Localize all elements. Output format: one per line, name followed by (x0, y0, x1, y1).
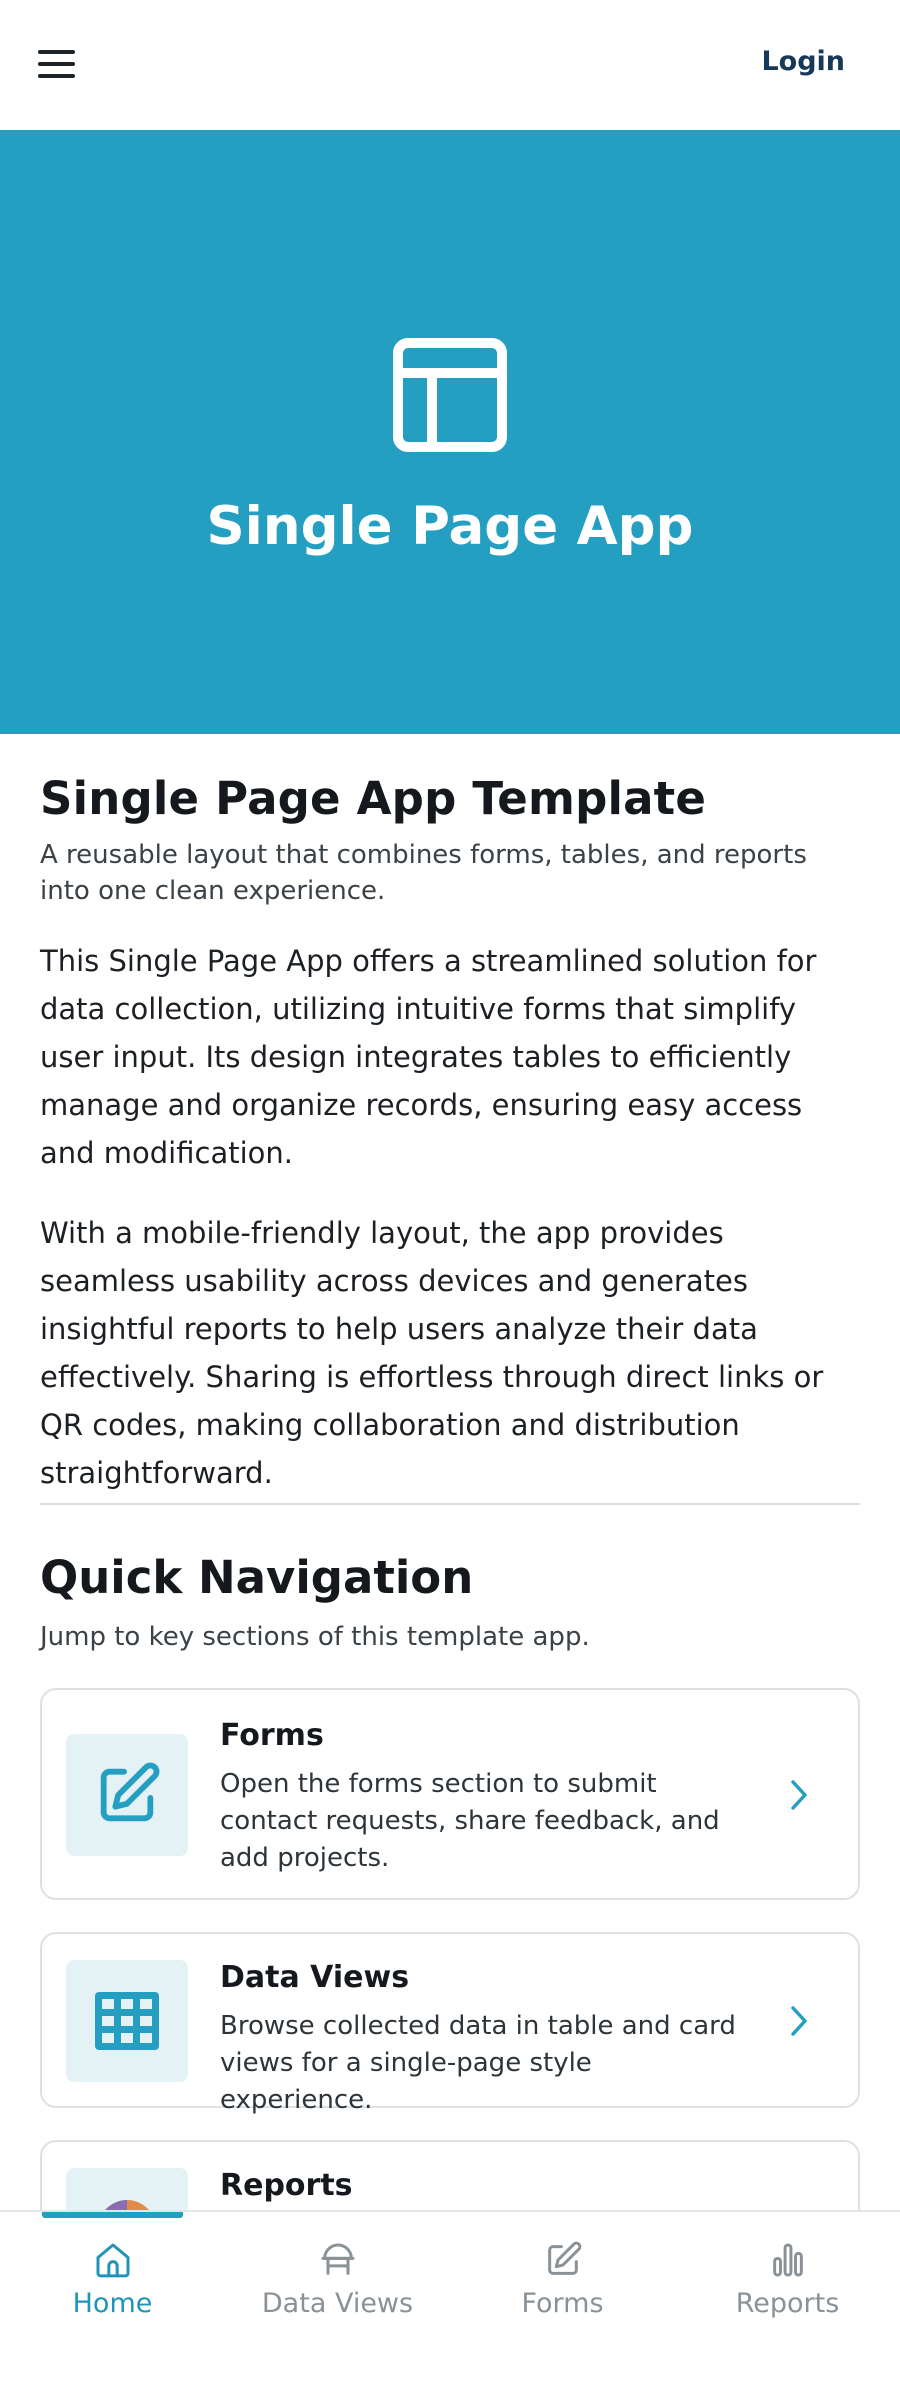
chevron-right-icon (791, 1780, 807, 1810)
chevron-right-icon (791, 2006, 807, 2036)
hero-banner: Single Page App (0, 130, 900, 734)
tab-label: Reports (735, 2288, 840, 2319)
card-description: Open the forms section to submit contact… (220, 1769, 720, 1873)
tab-data-views[interactable]: Data Views (225, 2212, 450, 2388)
card-title: Forms (220, 1718, 324, 1753)
login-link[interactable]: Login (761, 46, 845, 77)
tab-label: Data Views (261, 2288, 414, 2319)
page-subtitle: A reusable layout that combines forms, t… (40, 840, 807, 906)
forms-icon (548, 2241, 582, 2275)
active-tab-indicator (42, 2212, 183, 2218)
intro-section: Single Page App Template A reusable layo… (40, 772, 860, 1497)
tab-reports[interactable]: Reports (675, 2212, 900, 2388)
tab-home[interactable]: Home (0, 2212, 225, 2388)
tab-label: Home (72, 2288, 153, 2319)
quick-nav-subtitle: Jump to key sections of this template ap… (40, 1622, 590, 1652)
nav-card-forms[interactable]: Forms Open the forms section to submit c… (40, 1688, 860, 1900)
card-title: Reports (220, 2168, 353, 2203)
intro-paragraph: This Single Page App offers a streamline… (40, 944, 817, 1170)
section-divider (40, 1503, 860, 1505)
page-title: Single Page App Template (40, 772, 707, 825)
menu-icon[interactable] (38, 48, 75, 81)
card-title: Data Views (220, 1960, 410, 1995)
hero-title: Single Page App (206, 496, 694, 557)
data-views-icon (321, 2243, 355, 2275)
nav-card-data-views[interactable]: Data Views Browse collected data in tabl… (40, 1932, 860, 2115)
tab-label: Forms (521, 2288, 604, 2319)
card-icon-tile (66, 1960, 188, 2082)
card-description: Browse collected data in table and card … (220, 2011, 736, 2115)
intro-paragraph: With a mobile-friendly layout, the app p… (40, 1216, 824, 1490)
edit-icon (100, 1762, 160, 1822)
bottom-tab-bar: Home Data Views Forms Reports (0, 2210, 900, 2388)
card-icon-tile (66, 1734, 188, 1856)
tab-forms[interactable]: Forms (450, 2212, 675, 2388)
reports-icon (773, 2243, 803, 2277)
layout-icon (393, 338, 507, 452)
grid-table-icon (95, 1992, 159, 2050)
top-bar: Login (0, 0, 900, 130)
quick-nav-title: Quick Navigation (40, 1551, 474, 1604)
home-icon (96, 2243, 130, 2278)
